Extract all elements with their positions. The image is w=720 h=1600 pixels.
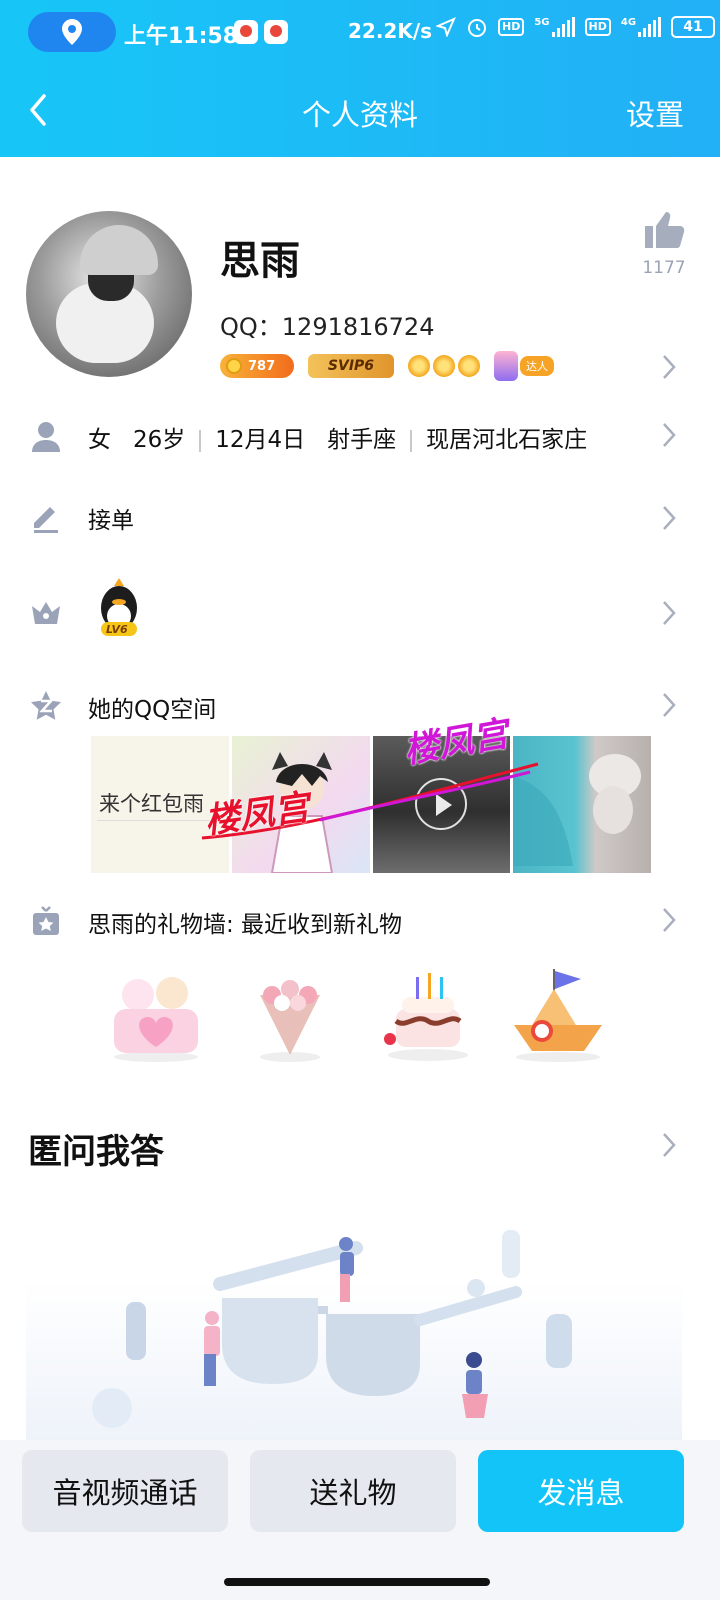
svip-badge[interactable]: SVIP6	[308, 354, 394, 378]
daren-badge[interactable]: 达人	[494, 351, 554, 381]
chevron-right-icon[interactable]	[662, 600, 676, 626]
crown-icon	[408, 355, 430, 377]
video-call-button[interactable]: 音视频通话	[22, 1450, 228, 1532]
chevron-right-icon[interactable]	[662, 907, 676, 933]
crown-icon	[32, 602, 60, 624]
basic-info-text: 女 26岁 12月4日 射手座 现居河北石家庄	[88, 420, 587, 454]
gift-list	[100, 965, 620, 1065]
qzone-row[interactable]: 她的QQ空间	[0, 676, 720, 736]
bear-heart-gift-icon[interactable]	[106, 965, 206, 1065]
avatar[interactable]	[26, 211, 192, 377]
status-time: 上午11:58	[124, 24, 239, 49]
daren-label: 达人	[520, 356, 554, 376]
signature-text: 接单	[88, 508, 134, 534]
nav-bar: 个人资料 设置	[0, 66, 720, 156]
level-badge[interactable]: 787	[220, 354, 294, 378]
status-icons: HD 5G HD 4G 41	[436, 16, 716, 38]
location-indicator	[28, 12, 116, 52]
qq-level-label: LV6	[106, 623, 128, 636]
home-indicator[interactable]	[224, 1578, 490, 1586]
header: 上午11:58 22.2K/s HD 5G HD 4G 41 个人资料 设置	[0, 0, 720, 157]
network-type-label: 5G	[534, 17, 550, 28]
qq-level-row[interactable]: LV6	[0, 578, 720, 648]
alarm-icon	[468, 19, 486, 37]
send-gift-button[interactable]: 送礼物	[250, 1450, 456, 1532]
like-count: 1177	[642, 258, 686, 278]
anon-qa-illustration	[26, 1230, 682, 1440]
like-button[interactable]: 1177	[638, 210, 690, 278]
basic-info-row[interactable]: 女 26岁 12月4日 射手座 现居河北石家庄	[0, 406, 720, 466]
status-bar: 上午11:58 22.2K/s HD 5G HD 4G 41	[0, 0, 720, 66]
signal-5g: 5G	[534, 17, 575, 37]
birthday-cake-gift-icon[interactable]	[378, 965, 478, 1065]
network-speed: 22.2K/s	[348, 19, 433, 43]
battery-icon: 41	[671, 16, 716, 38]
pencil-icon	[34, 507, 58, 533]
chevron-right-icon[interactable]	[662, 505, 676, 531]
crown-icon	[458, 355, 480, 377]
chevron-right-icon[interactable]	[662, 1132, 676, 1158]
badge-row[interactable]: 787 SVIP6 达人	[220, 351, 554, 381]
qzone-post-text: 来个红包雨	[99, 792, 204, 816]
signal-bars-icon	[638, 17, 662, 37]
signal-bars-icon	[551, 17, 575, 37]
app-notification-icon	[234, 20, 258, 44]
signal-4g: 4G	[620, 17, 662, 37]
gift-wall-label: 思雨的礼物墙: 最近收到新礼物	[88, 912, 403, 938]
app-notification-icon	[264, 20, 288, 44]
anon-qa-title: 匿问我答	[28, 1132, 164, 1172]
hd-icon: HD	[584, 18, 611, 36]
chevron-right-icon[interactable]	[662, 422, 676, 448]
settings-button[interactable]: 设置	[626, 92, 684, 134]
hand-phone-icon	[494, 351, 518, 381]
signature-row[interactable]: 接单	[0, 487, 720, 547]
gift-box-icon	[33, 906, 59, 935]
gender: 女	[88, 427, 111, 453]
level-value: 787	[248, 358, 276, 374]
gift-wall-row[interactable]: 思雨的礼物墙: 最近收到新礼物	[0, 891, 720, 951]
navigation-arrow-icon	[436, 17, 456, 37]
age: 26岁	[132, 427, 186, 453]
profile-name: 思雨	[220, 238, 300, 284]
thumbs-up-icon	[645, 212, 685, 248]
chevron-right-icon[interactable]	[662, 354, 676, 380]
bouquet-gift-icon[interactable]	[240, 965, 340, 1065]
qq-number: QQ：1291816724	[220, 313, 435, 341]
crown-icon	[433, 355, 455, 377]
page-title: 个人资料	[301, 98, 418, 132]
location: 现居河北石家庄	[426, 427, 588, 453]
crown-badges[interactable]	[408, 355, 480, 377]
hd-icon: HD	[498, 18, 525, 36]
location-pin-icon	[62, 19, 82, 45]
person-icon	[32, 422, 60, 452]
coin-icon	[226, 358, 242, 374]
network-type-label: 4G	[620, 17, 637, 28]
send-message-button[interactable]: 发消息	[478, 1450, 684, 1532]
chevron-right-icon[interactable]	[662, 692, 676, 718]
star-icon	[31, 691, 61, 720]
qzone-label: 她的QQ空间	[88, 697, 217, 723]
zodiac: 射手座	[327, 427, 397, 453]
birthday: 12月4日	[215, 427, 306, 453]
paper-boat-gift-icon[interactable]	[508, 965, 608, 1065]
